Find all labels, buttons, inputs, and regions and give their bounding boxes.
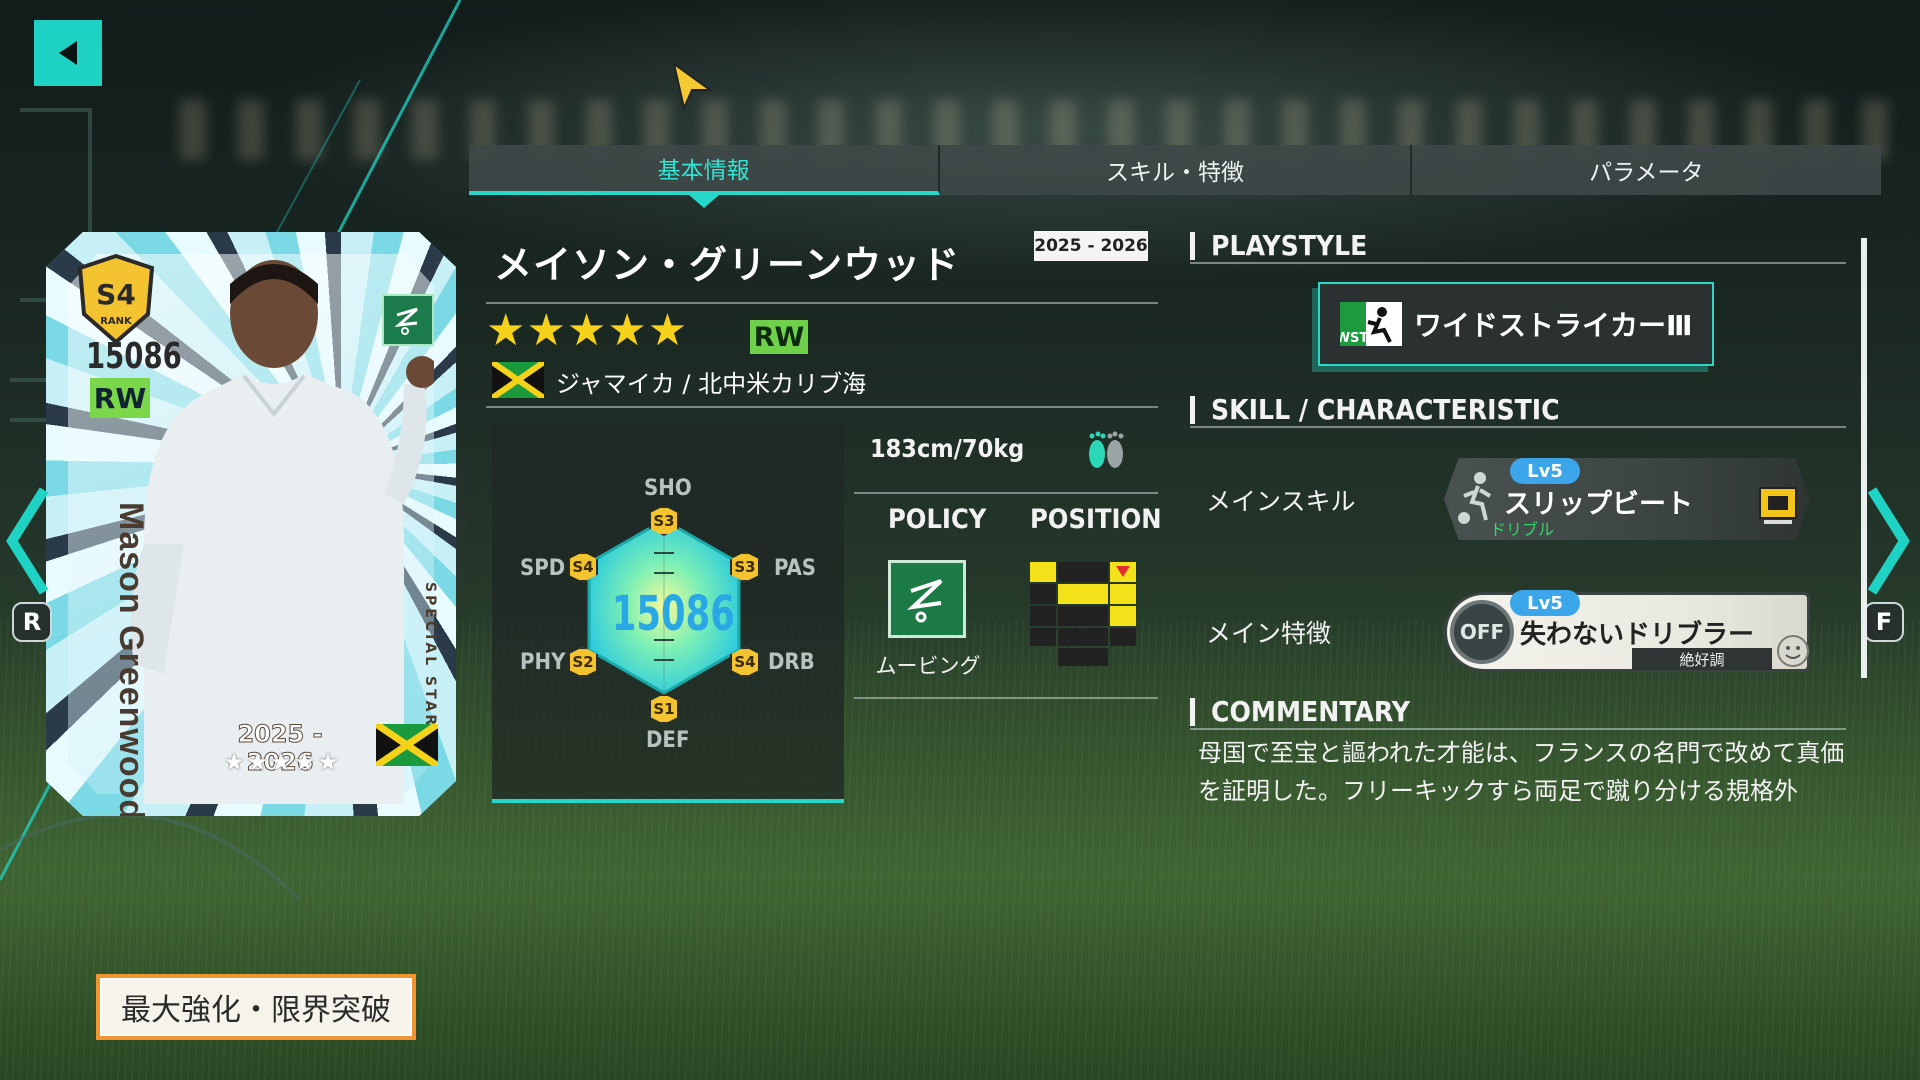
next-key-badge: F	[1864, 602, 1904, 642]
prev-key-badge: R	[12, 602, 52, 642]
divider	[1190, 262, 1846, 264]
position-header: POSITION	[1030, 504, 1162, 535]
trait-level-badge: Lv5	[1510, 590, 1580, 616]
trait-off-badge: OFF	[1450, 600, 1514, 664]
stat-label-sho: SHO	[644, 476, 692, 501]
skill-level-badge: Lv5	[1510, 458, 1580, 484]
divider	[1190, 426, 1846, 428]
divider	[1190, 728, 1846, 730]
card-special-label: SPECIAL STAR	[422, 582, 438, 729]
condition-face-icon	[1777, 635, 1809, 667]
scrollbar-thumb[interactable]	[1861, 238, 1867, 678]
stat-label-pas: PAS	[774, 556, 817, 581]
height-weight: 183cm/70kg	[870, 434, 1025, 463]
trait-condition: 絶好調	[1632, 648, 1772, 670]
player-star-rating: ★★★★★	[486, 305, 689, 356]
moving-policy-icon	[382, 294, 434, 346]
back-arrow-icon	[59, 41, 77, 65]
season-badge: 2025 - 2026	[1034, 231, 1148, 261]
footprints-icon	[1089, 431, 1124, 468]
stat-label-phy: PHY	[520, 650, 566, 675]
divider	[854, 697, 1158, 699]
main-trait-name: 失わないドリブラー	[1520, 620, 1755, 650]
player-card[interactable]: S4 RANK 15086 RW Mason Greenwood SPECIAL…	[30, 222, 470, 822]
tab-parameters[interactable]: パラメータ	[1412, 145, 1881, 195]
policy-label: ムービング	[875, 654, 981, 678]
card-rating: 15086	[86, 336, 182, 377]
divider	[854, 492, 1158, 494]
max-enhance-button[interactable]: 最大強化・限界突破	[96, 974, 416, 1040]
main-trait-label: メイン特徴	[1206, 619, 1332, 648]
stat-label-spd: SPD	[520, 556, 566, 581]
player-position-badge: RW	[750, 320, 808, 354]
policy-moving-icon	[888, 560, 966, 638]
tab-basic-info[interactable]: 基本情報	[469, 145, 941, 208]
stat-label-def: DEF	[646, 728, 690, 753]
playstyle-box[interactable]: WST ワイドストライカーⅢ	[1318, 282, 1714, 366]
playstyle-title: PLAYSTYLE	[1190, 232, 1367, 260]
next-player-arrow-icon[interactable]	[1866, 486, 1912, 596]
commentary-title: COMMENTARY	[1190, 698, 1410, 726]
playstyle-icon-text: WST	[1340, 331, 1368, 346]
card-rank-sub: RANK	[100, 316, 133, 327]
mouse-cursor-icon	[672, 62, 714, 112]
playstyle-name: ワイドストライカーⅢ	[1414, 309, 1693, 342]
divider	[486, 302, 1158, 304]
back-button[interactable]	[34, 20, 102, 86]
overall-rating: 15086	[611, 586, 735, 642]
nationality: ジャマイカ / 北中米カリブ海	[556, 370, 867, 398]
position-map-icon	[1030, 562, 1136, 666]
rank-shield-icon: S4 RANK	[77, 254, 155, 345]
tab-skills-traits[interactable]: スキル・特徴	[940, 145, 1412, 195]
prev-player-arrow-icon[interactable]	[4, 486, 50, 596]
divider	[486, 406, 1158, 408]
card-frame: S4 RANK 15086 RW Mason Greenwood SPECIAL…	[46, 232, 456, 816]
player-name: メイソン・グリーンウッド	[494, 243, 961, 287]
skill-ticket-icon	[1759, 487, 1797, 524]
wide-striker-icon: WST	[1336, 302, 1402, 346]
skill-title: SKILL / CHARACTERISTIC	[1190, 396, 1560, 424]
jamaica-flag-icon	[492, 362, 544, 398]
main-skill-label: メインスキル	[1206, 487, 1356, 516]
policy-header: POLICY	[888, 504, 987, 535]
card-rank-text: S4	[96, 278, 136, 311]
commentary-text: 母国で至宝と謳われた才能は、フランスの名門で改めて真価を証明した。フリーキックす…	[1198, 739, 1845, 805]
tab-bar: 基本情報 スキル・特徴 パラメータ	[469, 145, 1881, 208]
main-skill-type: ドリブル	[1490, 520, 1555, 539]
jamaica-flag-icon	[376, 724, 438, 766]
card-position: RW	[90, 378, 150, 418]
card-stars: ★★★★★	[223, 748, 341, 776]
stat-label-drb: DRB	[768, 650, 815, 675]
